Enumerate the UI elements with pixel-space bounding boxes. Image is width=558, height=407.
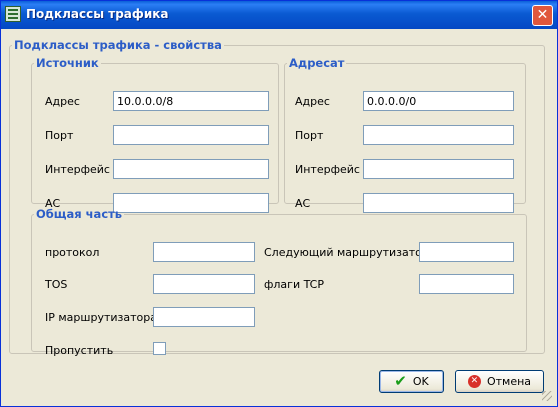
destination-address-label: Адрес <box>295 95 330 108</box>
router-ip-label: IP маршрутизатора <box>45 311 157 324</box>
dialog-content: Подклассы трафика - свойства Источник Ад… <box>4 29 554 403</box>
router-ip-input[interactable] <box>153 307 255 327</box>
source-group: Источник Адрес Порт Интерфейс АС <box>31 56 279 213</box>
cancel-button-label: Отмена <box>486 375 532 388</box>
next-hop-label: Следующий маршрутизатор <box>264 246 429 259</box>
cancel-button[interactable]: ✕ Отмена <box>455 370 544 393</box>
checkmark-icon: ✔ <box>394 372 407 390</box>
protocol-label: протокол <box>45 246 100 259</box>
destination-port-label: Порт <box>295 129 324 142</box>
source-address-input[interactable] <box>113 91 269 111</box>
tcp-flags-label: флаги TCP <box>264 278 324 291</box>
protocol-input[interactable] <box>153 242 255 262</box>
destination-group: Адресат Адрес Порт Интерфейс АС <box>284 56 526 213</box>
source-port-input[interactable] <box>113 125 269 145</box>
tos-label: TOS <box>45 278 68 291</box>
tos-input[interactable] <box>153 274 255 294</box>
source-port-label: Порт <box>45 129 74 142</box>
next-hop-input[interactable] <box>419 242 514 262</box>
properties-group-legend: Подклассы трафика - свойства <box>14 38 222 52</box>
app-icon <box>5 6 21 22</box>
cancel-icon: ✕ <box>467 375 481 388</box>
close-button[interactable]: ✕ <box>532 5 553 26</box>
source-group-legend: Источник <box>36 56 99 70</box>
window-title: Подклассы трафика <box>26 7 169 21</box>
source-interface-label: Интерфейс <box>45 163 110 176</box>
resize-grip-icon[interactable] <box>542 391 552 401</box>
destination-port-input[interactable] <box>363 125 514 145</box>
common-group-legend: Общая часть <box>36 207 123 221</box>
destination-address-input[interactable] <box>363 91 514 111</box>
skip-checkbox[interactable] <box>153 342 166 355</box>
skip-label: Пропустить <box>45 344 114 357</box>
destination-interface-input[interactable] <box>363 159 514 179</box>
ok-button-label: OK <box>412 375 429 388</box>
common-group: Общая часть протокол TOS IP маршрутизато… <box>31 207 527 357</box>
ok-button[interactable]: ✔ OK <box>379 370 444 393</box>
destination-interface-label: Интерфейс <box>295 163 360 176</box>
source-interface-input[interactable] <box>113 159 269 179</box>
destination-group-legend: Адресат <box>289 56 345 70</box>
title-bar[interactable]: Подклассы трафика ✕ <box>1 1 557 29</box>
close-icon: ✕ <box>536 7 549 23</box>
source-address-label: Адрес <box>45 95 80 108</box>
dialog-window: Подклассы трафика ✕ Подклассы трафика - … <box>0 0 558 407</box>
tcp-flags-input[interactable] <box>419 274 514 294</box>
